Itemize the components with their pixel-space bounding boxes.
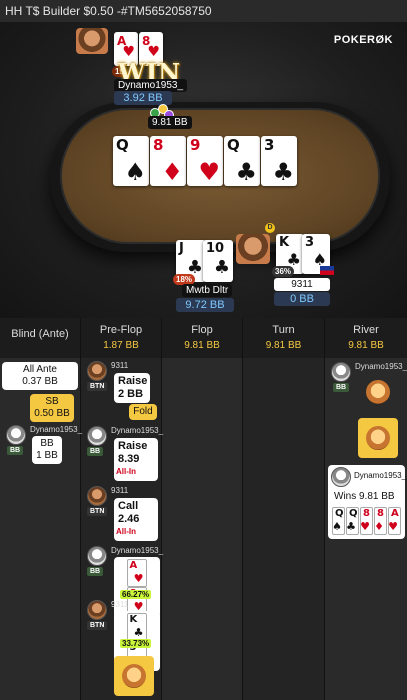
col-header-turn: Turn 9.81 BB — [243, 318, 325, 358]
river-pos: BB — [333, 383, 350, 392]
col-header-preflop: Pre-Flop 1.87 BB — [81, 318, 162, 358]
winner-card-4: 8 ♦ — [374, 507, 387, 535]
winner-summary: Dynamo1953_ Wins 9.81 BB Q ♠ Q ♣ 8 ♥ 8 ♦ A ♥ — [328, 465, 407, 539]
preflop-4-allin: All-In — [114, 527, 138, 536]
preflop-5-player: Dynamo1953_ — [111, 546, 164, 555]
all-ante-bubble: All Ante 0.37 BB — [2, 362, 78, 390]
col-header-flop: Flop 9.81 BB — [162, 318, 243, 358]
bottom-left-player-name: Mwtb Dltr — [182, 284, 233, 297]
preflop-5-card-1: A ♥ — [126, 559, 147, 587]
bottom-left-player-stack: 9.72 BB — [176, 298, 234, 312]
window-title: HH T$ Builder $0.50 -#TM5652058750 — [0, 0, 407, 22]
river-emoji-sticker-1 — [358, 373, 398, 411]
preflop-5-equity: 66.27% — [120, 590, 152, 599]
preflop-6-equity: 33.73% — [120, 639, 152, 648]
preflop-4-pos: BTN — [87, 507, 108, 516]
bottom-right-player-stack: 0 BB — [274, 292, 330, 306]
winner-card-3: 8 ♥ — [360, 507, 373, 535]
preflop-5-pos: BB — [87, 567, 104, 576]
top-player-avatar[interactable] — [76, 28, 108, 54]
preflop-6-avatar — [87, 600, 107, 620]
winner-card-5: A ♥ — [388, 507, 401, 535]
winner-amount: Wins 9.81 BB — [334, 491, 395, 502]
board-card-2: 8 ♦ — [150, 136, 186, 186]
col-header-blind: Blind (Ante) — [0, 318, 81, 358]
blind-bb-pos: BB — [7, 446, 24, 455]
country-flag-icon — [320, 266, 334, 275]
preflop-5-avatar — [87, 546, 107, 566]
board-card-3: 9 ♥ — [187, 136, 223, 186]
preflop-6-pos: BTN — [87, 621, 108, 630]
preflop-4-player: 9311 — [111, 486, 129, 495]
preflop-3-allin: All-In — [114, 467, 138, 476]
sb-bubble: SB 0.50 BB — [30, 394, 74, 422]
blind-bb-player: Dynamo1953_ — [30, 425, 83, 434]
hand-history-panel: Blind (Ante) Pre-Flop 1.87 BB Flop 9.81 … — [0, 318, 407, 700]
preflop-1-player: 9311 — [111, 361, 129, 370]
pot-amount: 9.81 BB — [148, 116, 192, 129]
preflop-1-bubble: Raise 2 BB — [114, 373, 150, 403]
brand-logo: POKERØK — [333, 34, 393, 46]
river-avatar — [331, 362, 351, 382]
blind-bb-avatar — [6, 425, 26, 445]
bottom-right-player-avatar[interactable] — [236, 234, 270, 264]
preflop-1-pos: BTN — [87, 382, 108, 391]
river-emoji-sticker-2 — [358, 418, 398, 458]
preflop-6-card-1: K ♣ — [126, 613, 147, 641]
preflop-3-pos: BB — [87, 447, 104, 456]
preflop-1-avatar — [87, 361, 107, 381]
winner-card-1: Q ♠ — [332, 507, 345, 535]
preflop-4-avatar — [87, 486, 107, 506]
board-card-4: Q ♣ — [224, 136, 260, 186]
bottom-left-card-2: 10 ♣ — [203, 240, 233, 282]
board-card-5: 3 ♣ — [261, 136, 297, 186]
winner-card-2: Q ♣ — [346, 507, 359, 535]
col-header-river: River 9.81 BB — [348, 324, 384, 351]
winner-cards: Q ♠ Q ♣ 8 ♥ 8 ♦ A ♥ — [332, 507, 402, 535]
poker-table-area: POKERØK A ♥ 8 ♥ 19 WIN Dynamo1953_ 3.92 … — [0, 22, 407, 318]
preflop-3-avatar — [87, 426, 107, 446]
board-card-1: Q ♠ — [113, 136, 149, 186]
col-body-turn — [243, 358, 325, 700]
bb-bubble: BB 1 BB — [32, 436, 62, 464]
preflop-6-player: 9311 — [111, 600, 129, 609]
preflop-3-player: Dynamo1953_ — [111, 426, 164, 435]
bottom-right-pct-badge: 36% — [272, 266, 295, 277]
preflop-emoji-sticker — [114, 656, 154, 696]
winner-name: Dynamo1953_ — [354, 471, 407, 480]
river-player: Dynamo1953_ — [355, 362, 407, 371]
bottom-right-player-name: 9311 — [274, 278, 330, 291]
col-body-flop — [162, 358, 243, 700]
preflop-2-fold-bubble: Fold — [129, 404, 157, 420]
winner-avatar — [331, 467, 351, 487]
dealer-button: D — [265, 223, 275, 233]
